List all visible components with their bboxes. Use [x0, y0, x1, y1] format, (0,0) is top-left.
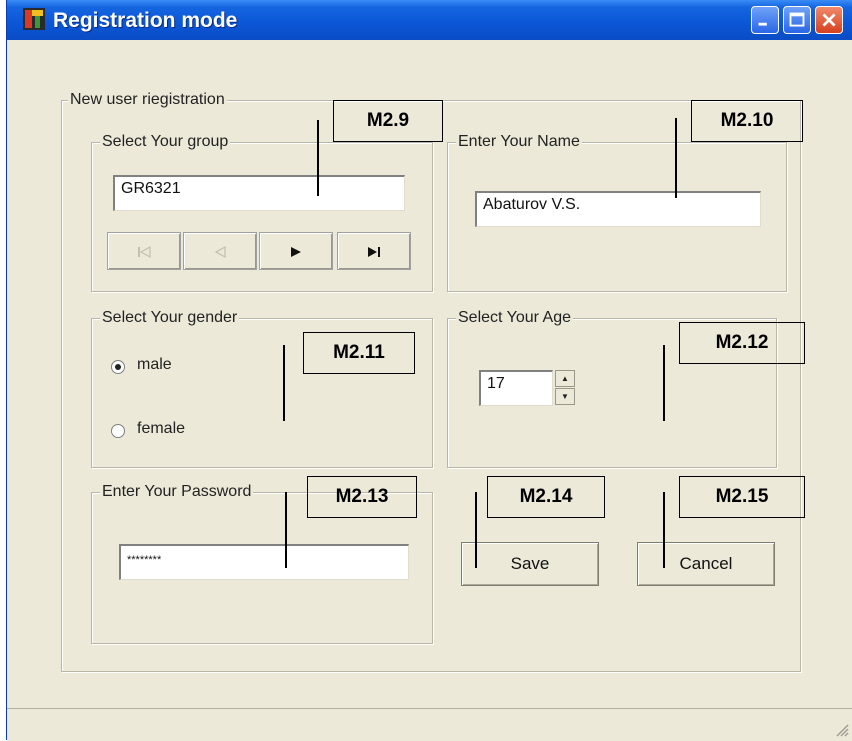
title-bar[interactable]: Registration mode [7, 0, 852, 40]
app-icon [23, 8, 45, 30]
annotation-leader [663, 345, 665, 421]
password-field[interactable]: ******** [119, 544, 409, 580]
annotation-leader [475, 492, 477, 568]
gender-label: Select Your gender [100, 309, 240, 327]
group-select-label: Select Your group [100, 133, 231, 151]
annotation-leader [675, 118, 677, 198]
female-radio[interactable] [111, 424, 125, 438]
window-title: Registration mode [53, 9, 238, 32]
minimize-button[interactable] [751, 6, 779, 34]
spin-up-icon[interactable]: ▲ [555, 370, 575, 387]
password-label: Enter Your Password [100, 483, 254, 501]
registration-window: Registration mode New user riegistration… [6, 0, 852, 741]
resize-grip-icon[interactable] [833, 721, 849, 737]
annotation-label: M2.12 [679, 322, 805, 364]
annotation-label: M2.11 [303, 332, 415, 374]
first-record-icon [138, 246, 151, 259]
prev-record-icon [214, 246, 226, 259]
last-record-icon [368, 247, 380, 258]
close-button[interactable] [815, 6, 843, 34]
male-radio[interactable] [111, 360, 125, 374]
spin-down-icon[interactable]: ▼ [555, 388, 575, 405]
maximize-button[interactable] [783, 6, 811, 34]
name-label: Enter Your Name [456, 133, 582, 151]
group-field[interactable]: GR6321 [113, 175, 405, 211]
age-spinner[interactable]: ▲ ▼ [555, 370, 575, 406]
annotation-leader [663, 492, 665, 568]
annotation-leader [283, 345, 285, 421]
save-button[interactable]: Save [461, 542, 599, 586]
next-record-icon [291, 247, 301, 258]
minimize-icon [758, 22, 767, 26]
annotation-label: M2.14 [487, 476, 605, 518]
age-field[interactable]: 17 [479, 370, 553, 406]
annotation-label: M2.13 [307, 476, 417, 518]
name-field[interactable]: Abaturov V.S. [475, 191, 761, 227]
first-record-button[interactable] [107, 232, 181, 270]
female-label: female [137, 420, 186, 437]
annotation-leader [285, 492, 287, 568]
last-record-button[interactable] [337, 232, 411, 270]
annotation-leader [317, 120, 319, 196]
age-label: Select Your Age [456, 309, 573, 327]
maximize-icon [789, 12, 805, 27]
status-bar [7, 708, 852, 741]
annotation-label: M2.9 [333, 100, 443, 142]
prev-record-button[interactable] [183, 232, 257, 270]
male-label: male [137, 356, 172, 373]
annotation-label: M2.10 [691, 100, 803, 142]
close-icon [822, 13, 836, 27]
new-user-registration-label: New user riegistration [68, 91, 227, 109]
next-record-button[interactable] [259, 232, 333, 270]
annotation-label: M2.15 [679, 476, 805, 518]
cancel-button[interactable]: Cancel [637, 542, 775, 586]
